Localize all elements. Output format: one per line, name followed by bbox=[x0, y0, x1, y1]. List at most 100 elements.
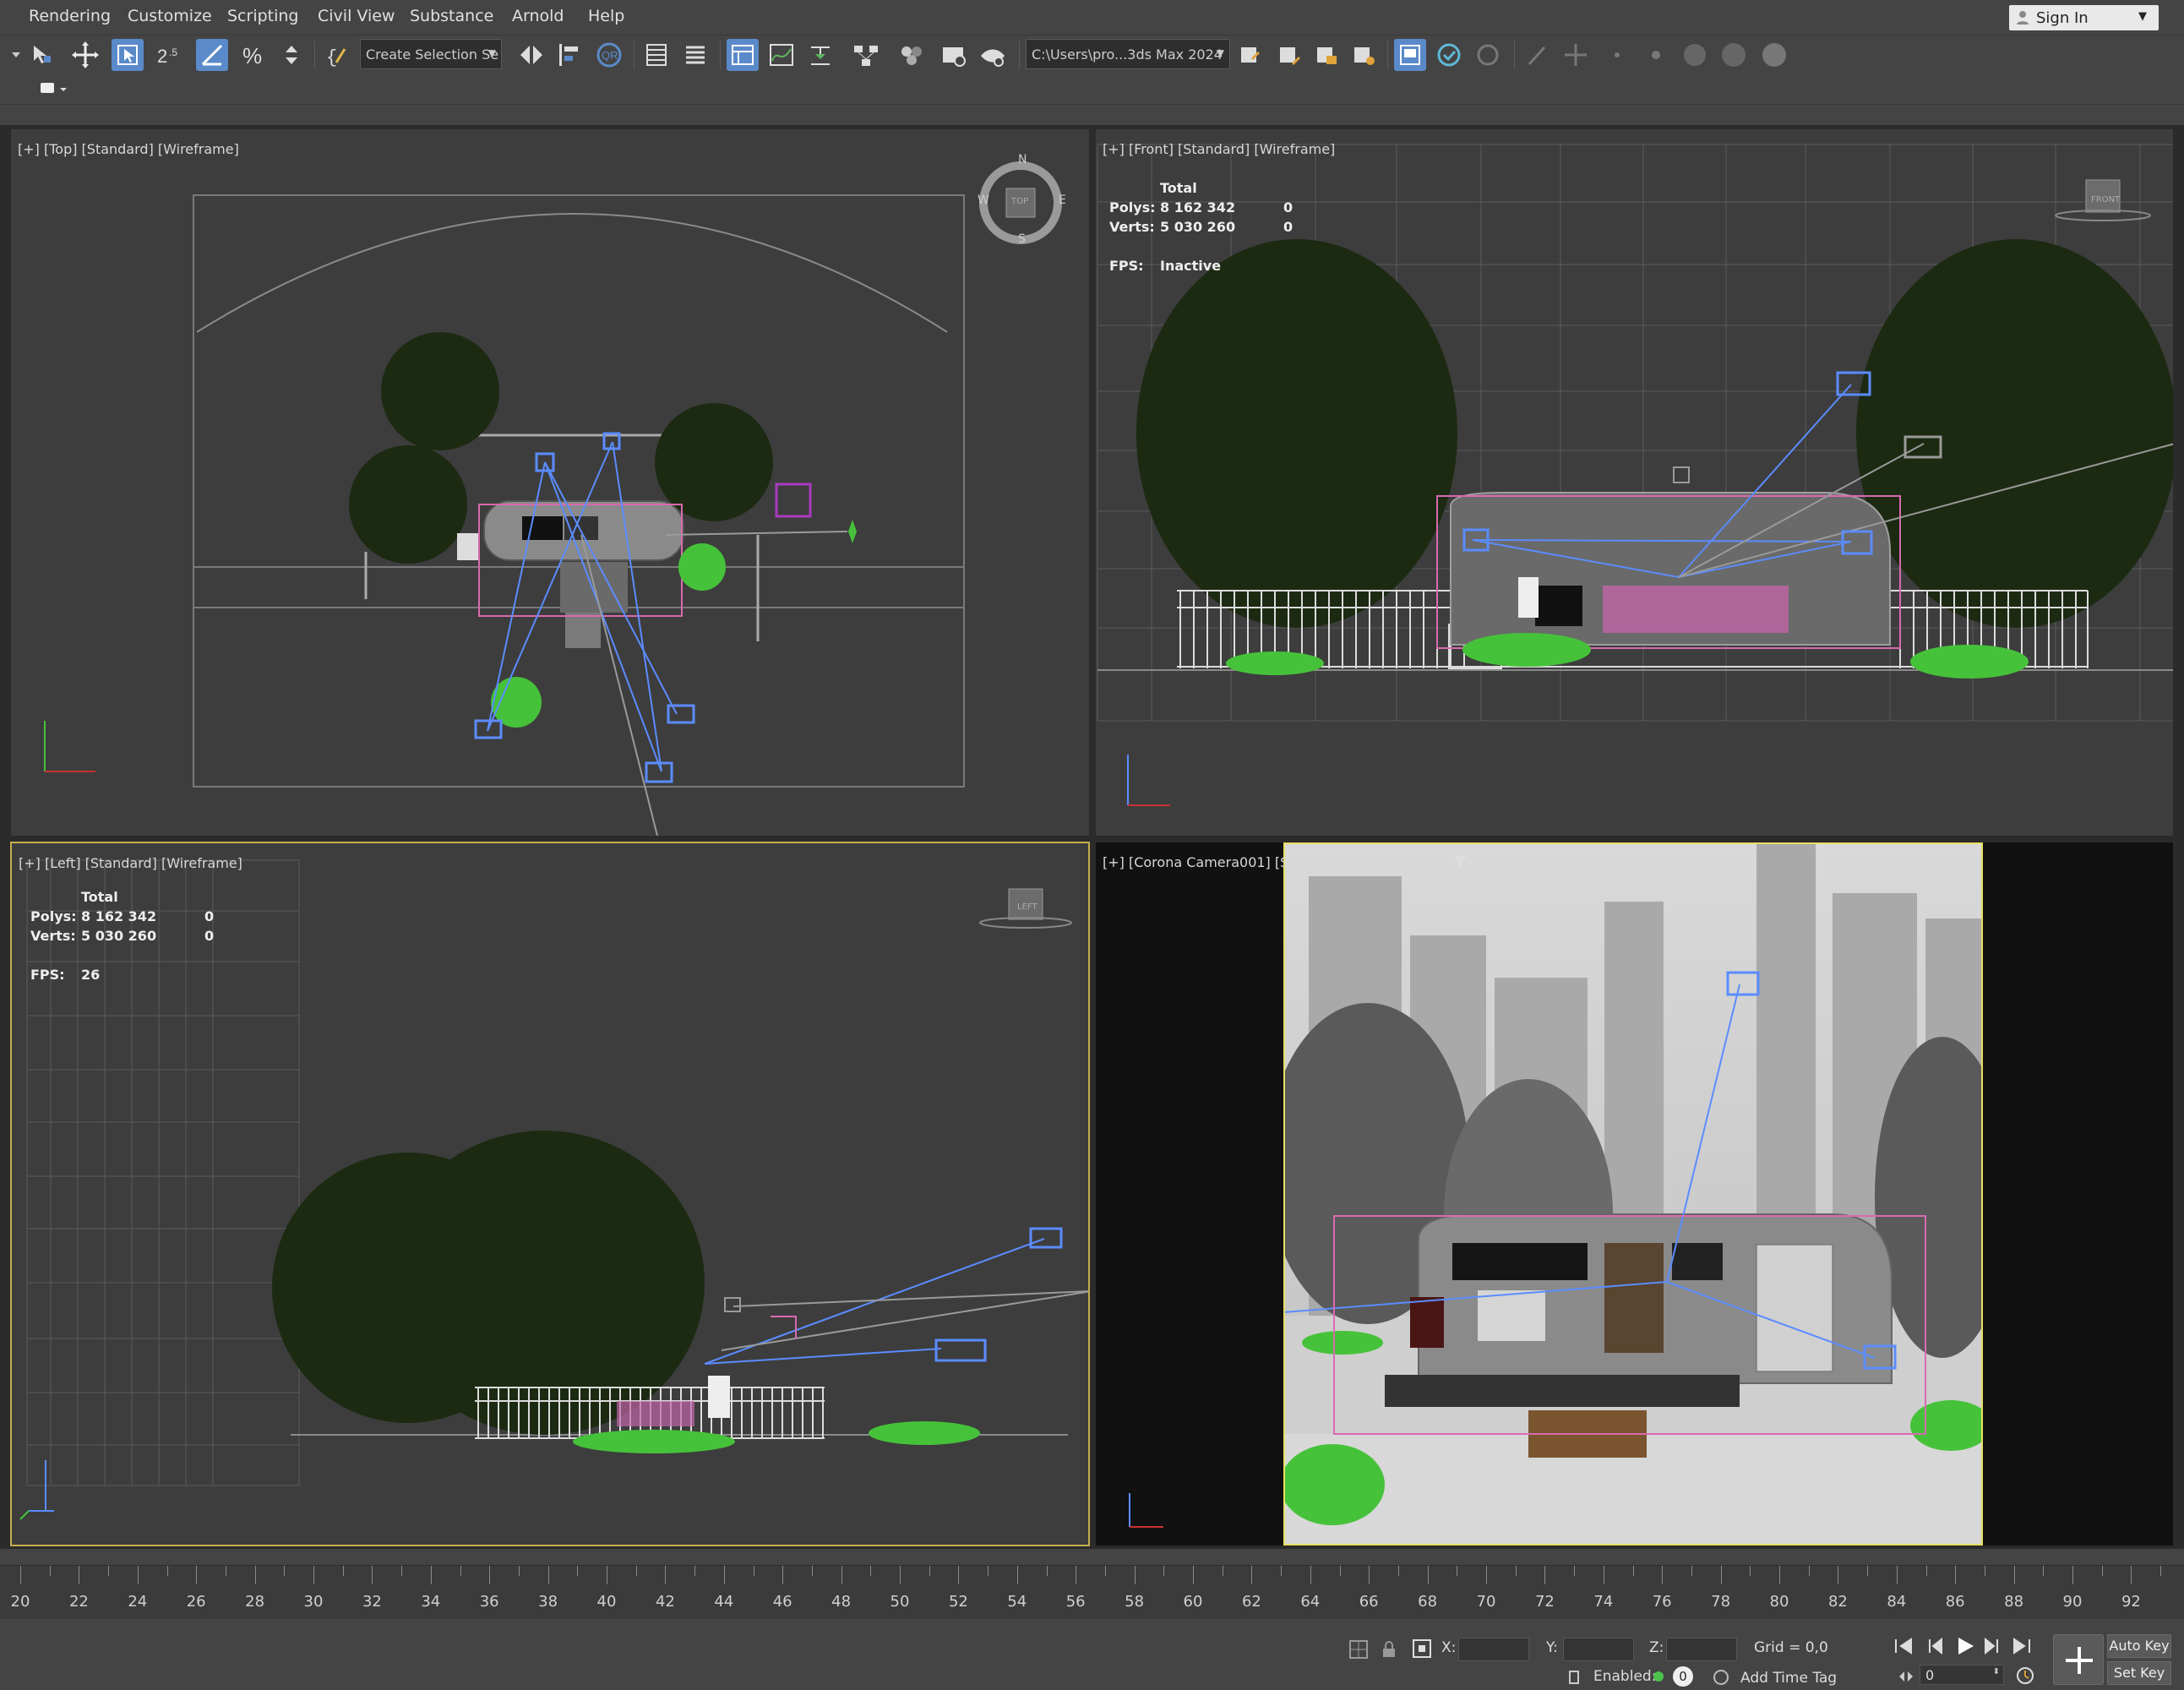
status-bar: X: Y: Z: Grid = 0,0 Enabled: 0 Add Time … bbox=[0, 1619, 2184, 1690]
select-link-icon[interactable] bbox=[25, 39, 57, 71]
viewport-front[interactable]: [+] [Front] [Standard] [Wireframe] Total… bbox=[1095, 128, 2174, 837]
render-loop-icon[interactable] bbox=[1472, 39, 1504, 71]
dope-sheet-icon[interactable] bbox=[804, 39, 836, 71]
stats-polys-value: 8 162 342 bbox=[1160, 199, 1236, 215]
script-icon[interactable] bbox=[1565, 1668, 1583, 1687]
timeline-track-bar[interactable]: 20 22 24 26 28 30 32 34 36 38 40 42 44 46 48 50 52 54 56 58… bbox=[0, 1565, 2184, 1619]
sign-in-button[interactable]: Sign In ▼ bbox=[2009, 5, 2159, 30]
timeline-minor-tick bbox=[284, 1566, 286, 1576]
percent-snap-icon[interactable]: % bbox=[237, 39, 269, 71]
pin-icon[interactable] bbox=[1560, 39, 1592, 71]
isolate-icon[interactable] bbox=[1347, 1638, 1370, 1661]
absolute-mode-icon[interactable] bbox=[1411, 1638, 1433, 1660]
next-frame-icon[interactable] bbox=[1979, 1636, 2002, 1656]
ribbon-toggle-icon[interactable] bbox=[727, 39, 759, 71]
create-project-icon[interactable] bbox=[1311, 39, 1343, 71]
current-frame-field[interactable]: 0 ⬍ bbox=[1920, 1665, 2004, 1685]
viewport-label[interactable]: [+] [Top] [Standard] [Wireframe] bbox=[18, 141, 239, 157]
menu-scripting[interactable]: Scripting bbox=[227, 7, 299, 25]
viewport-camera[interactable]: [+] [Corona Camera001] [Standard] [Defau… bbox=[1095, 842, 2174, 1546]
key-mode-toggle-icon[interactable] bbox=[1896, 1668, 1916, 1685]
timeline-major-tick bbox=[1427, 1566, 1429, 1584]
menu-help[interactable]: Help bbox=[588, 7, 624, 25]
spinner-snap-icon[interactable] bbox=[275, 39, 308, 71]
check-icon[interactable] bbox=[1433, 39, 1465, 71]
menu-substance[interactable]: Substance bbox=[410, 7, 493, 25]
snap-2-5d-icon[interactable]: 2.5 bbox=[154, 39, 186, 71]
viewport-top[interactable]: [+] [Top] [Standard] [Wireframe] N S E W… bbox=[10, 128, 1090, 837]
dot-large-icon[interactable] bbox=[1758, 39, 1790, 71]
y-coordinate-field[interactable] bbox=[1563, 1638, 1634, 1661]
auto-key-button[interactable]: Auto Key bbox=[2107, 1634, 2171, 1658]
menu-arnold[interactable]: Arnold bbox=[512, 7, 564, 25]
align-icon[interactable] bbox=[554, 39, 586, 71]
dot-large-icon[interactable] bbox=[1718, 39, 1750, 71]
go-to-start-icon[interactable] bbox=[1891, 1636, 1914, 1656]
brush-icon[interactable] bbox=[1521, 39, 1553, 71]
project-folder-icon[interactable] bbox=[1274, 39, 1306, 71]
lock-icon[interactable] bbox=[1379, 1639, 1399, 1660]
mirror-icon[interactable] bbox=[515, 39, 547, 71]
open-project-icon[interactable] bbox=[1235, 39, 1267, 71]
status-indicator-icon bbox=[1653, 1671, 1664, 1682]
previous-frame-icon[interactable] bbox=[1925, 1636, 1948, 1656]
viewport-label[interactable]: [+] [Corona Camera001] [Standard] [Defau… bbox=[1103, 854, 1470, 870]
move-tool-icon[interactable] bbox=[69, 39, 101, 71]
play-icon[interactable] bbox=[1952, 1634, 1977, 1658]
scene-explorer-icon[interactable] bbox=[640, 39, 673, 71]
x-coordinate-field[interactable] bbox=[1458, 1638, 1529, 1661]
timeline-major-tick bbox=[1193, 1566, 1194, 1584]
viewport-label[interactable]: [+] [Left] [Standard] [Wireframe] bbox=[19, 855, 242, 871]
scene-states-dropdown[interactable] bbox=[37, 79, 69, 100]
timeline-tick-label: 68 bbox=[1418, 1593, 1438, 1611]
bush bbox=[678, 543, 726, 591]
menu-rendering[interactable]: Rendering bbox=[29, 7, 111, 25]
project-path-dropdown[interactable]: C:\Users\pro...3ds Max 2024 ▼ bbox=[1026, 39, 1230, 69]
timeline-minor-tick bbox=[988, 1566, 989, 1576]
add-time-tag-label[interactable]: Add Time Tag bbox=[1740, 1670, 1837, 1687]
dot-large-icon[interactable] bbox=[1679, 39, 1711, 71]
viewport-label[interactable]: [+] [Front] [Standard] [Wireframe] bbox=[1103, 141, 1335, 157]
render-message-icon[interactable] bbox=[1394, 39, 1426, 71]
stats-total-label: Total bbox=[81, 889, 118, 905]
curve-editor-icon[interactable] bbox=[765, 39, 798, 71]
z-label: Z: bbox=[1649, 1639, 1664, 1656]
timeline-tick-label: 70 bbox=[1476, 1593, 1496, 1611]
edit-named-selection-icon[interactable]: { bbox=[321, 39, 353, 71]
tree-foliage bbox=[381, 332, 499, 450]
dot-medium-icon[interactable] bbox=[1640, 39, 1672, 71]
toolbar-dropdown-icon[interactable] bbox=[0, 39, 20, 71]
viewport-left[interactable]: [+] [Left] [Standard] [Wireframe] Total … bbox=[10, 842, 1090, 1546]
selection-set-dropdown[interactable]: Create Selection Se ▼ bbox=[360, 39, 502, 69]
camera-render-view bbox=[1283, 842, 1983, 1546]
timeline-minor-tick bbox=[635, 1566, 637, 1576]
timeline-tick-label: 56 bbox=[1065, 1593, 1086, 1611]
timeline-minor-tick bbox=[1339, 1566, 1341, 1576]
qr-toggle-icon[interactable]: QR bbox=[593, 39, 625, 71]
time-tag-icon[interactable] bbox=[1712, 1668, 1730, 1687]
render-setup-icon[interactable] bbox=[938, 39, 970, 71]
layer-explorer-icon[interactable] bbox=[679, 39, 711, 71]
time-configuration-icon[interactable] bbox=[2014, 1665, 2036, 1687]
timeline-minor-tick bbox=[460, 1566, 461, 1576]
toolbar-separator bbox=[314, 41, 315, 69]
render-frame-icon[interactable] bbox=[977, 39, 1009, 71]
filter-icon[interactable] bbox=[1451, 853, 1469, 871]
set-key-button[interactable] bbox=[2053, 1634, 2104, 1685]
angle-snap-icon[interactable] bbox=[196, 39, 228, 71]
go-to-end-icon[interactable] bbox=[2011, 1636, 2034, 1656]
material-editor-icon[interactable] bbox=[896, 39, 928, 71]
menu-civil-view[interactable]: Civil View bbox=[318, 7, 395, 25]
timeline-minor-tick bbox=[870, 1566, 872, 1576]
timeline-major-tick bbox=[1779, 1566, 1780, 1584]
menu-customize[interactable]: Customize bbox=[128, 7, 212, 25]
dot-small-icon[interactable] bbox=[1601, 39, 1633, 71]
timeline-tick-label: 44 bbox=[714, 1593, 734, 1611]
project-settings-icon[interactable] bbox=[1348, 39, 1381, 71]
select-object-icon[interactable] bbox=[112, 39, 144, 71]
set-key-mode-button[interactable]: Set Key bbox=[2107, 1661, 2171, 1685]
enabled-count-badge[interactable]: 0 bbox=[1673, 1666, 1693, 1687]
timeline-tick-label: 34 bbox=[421, 1593, 441, 1611]
z-coordinate-field[interactable] bbox=[1666, 1638, 1737, 1661]
schematic-view-icon[interactable] bbox=[850, 39, 882, 71]
